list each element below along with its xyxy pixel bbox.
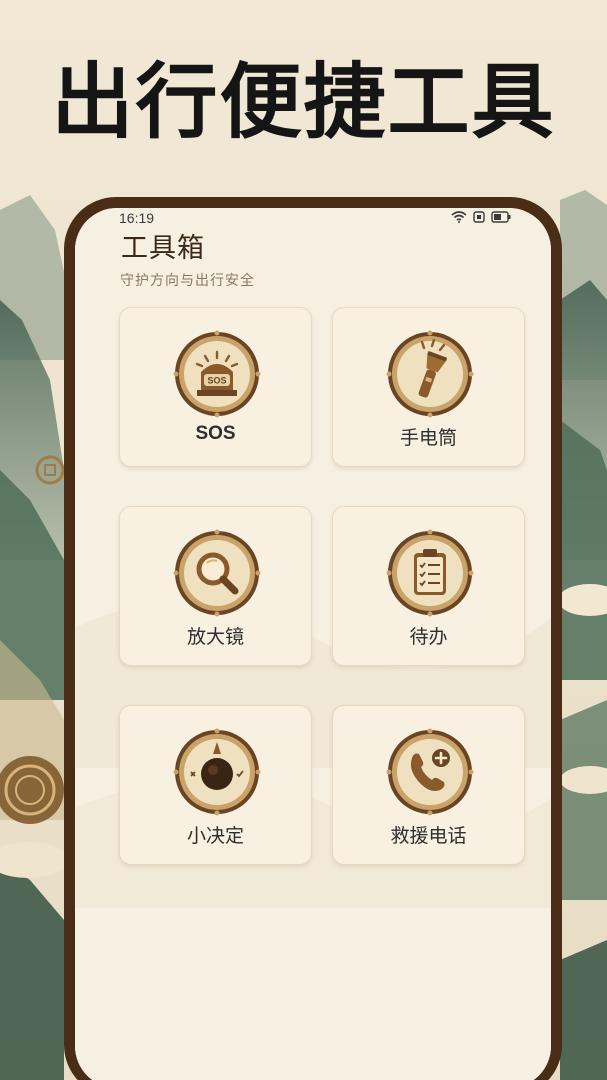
sos-alarm-icon: SOS bbox=[173, 330, 261, 418]
clipboard-checklist-icon bbox=[386, 529, 474, 617]
tool-label-rescue-phone: 救援电话 bbox=[390, 825, 467, 847]
tool-label-flashlight: 手电筒 bbox=[399, 427, 457, 449]
page-title: 工具箱 bbox=[121, 233, 205, 264]
tool-card-sos[interactable]: SOS SOS bbox=[119, 307, 312, 467]
page-subtitle: 守护方向与出行安全 bbox=[120, 273, 255, 289]
promo-headline: 出行便捷工具 bbox=[51, 55, 556, 150]
sos-badge-text: SOS bbox=[207, 376, 226, 386]
wifi-icon bbox=[451, 211, 467, 223]
phone-plus-icon bbox=[386, 728, 474, 816]
sim-icon bbox=[473, 211, 485, 223]
tool-label-todo: 待办 bbox=[409, 626, 448, 648]
decision-compass-icon bbox=[173, 728, 261, 816]
tool-card-flashlight[interactable]: 手电筒 bbox=[332, 307, 525, 467]
tool-card-magnifier[interactable]: 放大镜 bbox=[119, 506, 312, 666]
tool-grid: SOS SOS 手电筒 放大镜 待办 小决定 救援电话 bbox=[119, 307, 529, 869]
flashlight-icon bbox=[386, 330, 474, 418]
phone-frame: 16:19 工具箱 守护方向与出行安全 SOS SOS 手电筒 放大镜 待办 小… bbox=[64, 197, 562, 1080]
magnifier-icon bbox=[173, 529, 261, 617]
tool-card-rescue-phone[interactable]: 救援电话 bbox=[332, 705, 525, 865]
app-screen: 16:19 工具箱 守护方向与出行安全 SOS SOS 手电筒 放大镜 待办 小… bbox=[75, 208, 551, 1080]
tool-card-decision[interactable]: 小决定 bbox=[119, 705, 312, 865]
tool-label-sos: SOS bbox=[195, 423, 236, 444]
tool-label-decision: 小决定 bbox=[186, 825, 244, 847]
battery-icon bbox=[491, 211, 511, 223]
tool-label-magnifier: 放大镜 bbox=[186, 626, 244, 648]
status-icons bbox=[451, 211, 511, 223]
tool-card-todo[interactable]: 待办 bbox=[332, 506, 525, 666]
status-time: 16:19 bbox=[119, 210, 155, 226]
